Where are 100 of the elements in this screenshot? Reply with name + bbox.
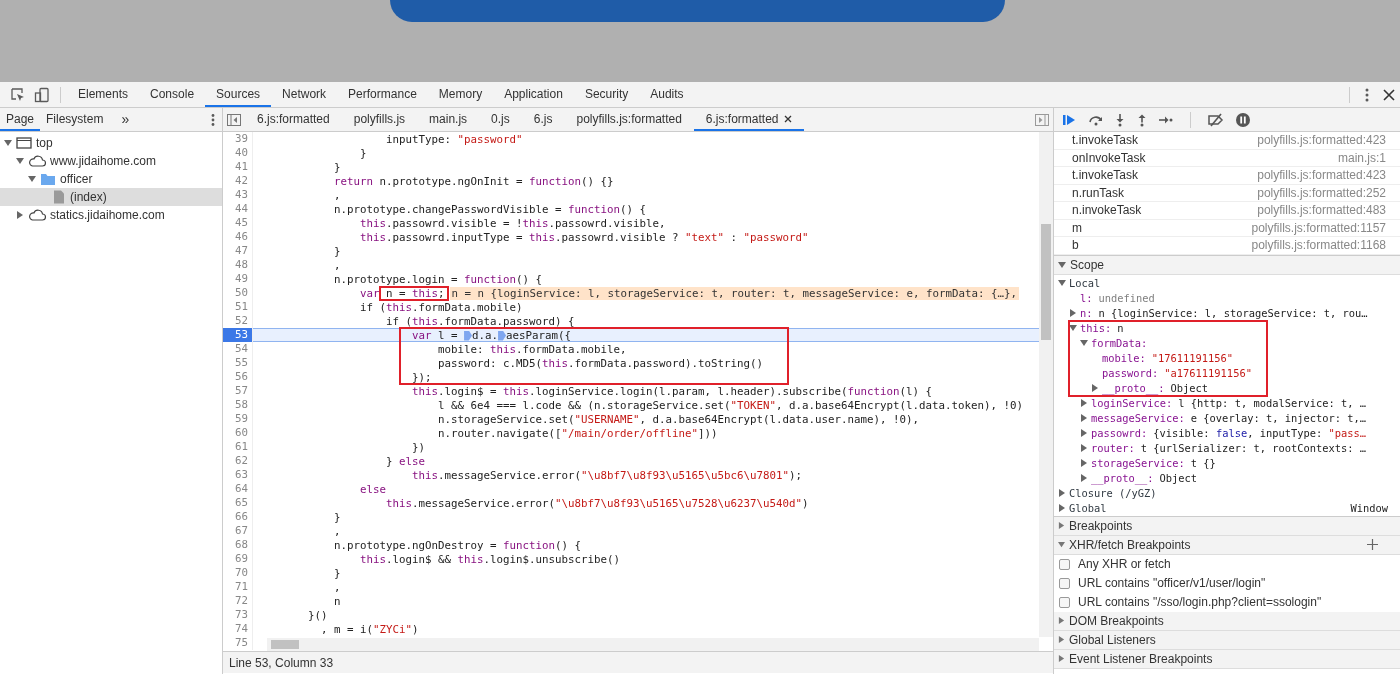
- scope-entry[interactable]: this: n: [1080, 322, 1388, 334]
- expand-arrow-icon[interactable]: [4, 139, 12, 147]
- add-icon[interactable]: [1367, 539, 1378, 550]
- line-number[interactable]: 67: [223, 524, 253, 538]
- expand-arrow-icon[interactable]: [1058, 260, 1066, 269]
- call-frame-name[interactable]: m: [1072, 220, 1252, 235]
- file-tree-item[interactable]: top: [0, 134, 222, 152]
- call-frame-location[interactable]: polyfills.js:formatted:483: [1257, 203, 1386, 218]
- line-number[interactable]: 46: [223, 230, 253, 244]
- panel-tab[interactable]: Security: [573, 82, 640, 107]
- line-number[interactable]: 39: [223, 132, 253, 146]
- panel-tab[interactable]: Console: [139, 82, 206, 107]
- line-number[interactable]: 42: [223, 174, 253, 188]
- line-number[interactable]: 58: [223, 398, 253, 412]
- call-frame-name[interactable]: onInvokeTask: [1072, 150, 1338, 165]
- call-frame-name[interactable]: n.runTask: [1072, 185, 1258, 200]
- line-number[interactable]: 51: [223, 300, 253, 314]
- expand-arrow-icon[interactable]: [1058, 489, 1066, 497]
- expand-arrow-icon[interactable]: [16, 157, 24, 165]
- expand-arrow-icon[interactable]: [1058, 617, 1065, 624]
- file-tab[interactable]: 6.js:formatted: [245, 108, 342, 131]
- scope-entry[interactable]: storageService: t {}: [1091, 457, 1388, 469]
- close-icon[interactable]: [1382, 87, 1396, 102]
- scope-entry[interactable]: __proto__: Object: [1091, 472, 1388, 484]
- panel-tab[interactable]: Application: [493, 82, 574, 107]
- line-number[interactable]: 71: [223, 580, 253, 594]
- line-number[interactable]: 41: [223, 160, 253, 174]
- expand-arrow-icon[interactable]: [1069, 324, 1077, 332]
- checkbox[interactable]: [1059, 577, 1070, 589]
- line-number[interactable]: 66: [223, 510, 253, 524]
- file-tab[interactable]: 6.js: [521, 108, 565, 131]
- line-number[interactable]: 65: [223, 496, 253, 510]
- expand-arrow-icon[interactable]: [1058, 541, 1065, 548]
- expand-arrow-icon[interactable]: [1069, 309, 1077, 317]
- scope-entry[interactable]: n: n {loginService: l, storageService: t, rou…: [1080, 307, 1388, 319]
- file-tab[interactable]: main.js: [417, 108, 480, 131]
- more-tabs-button[interactable]: »: [109, 108, 142, 131]
- sidebar-toggle-icon[interactable]: [227, 113, 241, 126]
- expand-arrow-icon[interactable]: [1058, 504, 1066, 512]
- call-frame-location[interactable]: polyfills.js:formatted:1168: [1251, 238, 1386, 253]
- line-number[interactable]: 48: [223, 258, 253, 272]
- line-number[interactable]: 53: [223, 328, 253, 342]
- line-number[interactable]: 73: [223, 608, 253, 622]
- panel-tab[interactable]: Elements: [67, 82, 140, 107]
- line-number[interactable]: 57: [223, 384, 253, 398]
- line-number[interactable]: 47: [223, 244, 253, 258]
- scope-entry[interactable]: messageService: e {overlay: t, injector: t,…: [1091, 412, 1388, 424]
- line-number[interactable]: 68: [223, 538, 253, 552]
- line-number[interactable]: 61: [223, 440, 253, 454]
- call-frame-location[interactable]: polyfills.js:formatted:252: [1257, 185, 1386, 200]
- panel-tab[interactable]: Network: [271, 82, 338, 107]
- line-number[interactable]: 60: [223, 426, 253, 440]
- device-icon[interactable]: [34, 86, 50, 103]
- panel-tab[interactable]: Memory: [427, 82, 494, 107]
- panel-tab[interactable]: Performance: [337, 82, 428, 107]
- line-number[interactable]: 72: [223, 594, 253, 608]
- call-frame-location[interactable]: polyfills.js:formatted:423: [1257, 133, 1386, 148]
- expand-arrow-icon[interactable]: [1080, 414, 1088, 422]
- step-into-icon[interactable]: [1114, 112, 1126, 127]
- scope-entry[interactable]: formData:: [1091, 337, 1388, 349]
- panel-tab[interactable]: Audits: [639, 82, 695, 107]
- checkbox[interactable]: [1059, 558, 1070, 570]
- line-number[interactable]: 44: [223, 202, 253, 216]
- expand-arrow-icon[interactable]: [1091, 384, 1099, 392]
- file-tree-item[interactable]: www.jidaihome.com: [0, 152, 222, 170]
- line-number[interactable]: 74: [223, 622, 253, 636]
- line-number[interactable]: 54: [223, 342, 253, 356]
- line-number[interactable]: 64: [223, 482, 253, 496]
- line-number[interactable]: 43: [223, 188, 253, 202]
- call-frame-location[interactable]: main.js:1: [1337, 150, 1386, 165]
- scope-entry[interactable]: Closure (/yGZ): [1069, 487, 1388, 499]
- expand-arrow-icon[interactable]: [1080, 474, 1088, 482]
- file-tree-item[interactable]: (index): [0, 188, 222, 206]
- scope-entry[interactable]: router: t {urlSerializer: t, rootContexts: …: [1091, 442, 1388, 454]
- expand-arrow-icon[interactable]: [1080, 444, 1088, 452]
- call-frame-location[interactable]: polyfills.js:formatted:1157: [1251, 220, 1386, 235]
- line-number[interactable]: 75: [223, 636, 253, 650]
- call-frame-name[interactable]: t.invokeTask: [1072, 133, 1258, 148]
- scope-entry[interactable]: Global: [1069, 502, 1348, 514]
- scope-entry[interactable]: loginService: l {http: t, modalService: t, …: [1091, 397, 1388, 409]
- deactivate-breakpoints-icon[interactable]: [1207, 112, 1225, 127]
- navigator-tab[interactable]: Filesystem: [40, 108, 110, 131]
- line-number[interactable]: 45: [223, 216, 253, 230]
- scope-entry[interactable]: mobile: "17611191156": [1102, 352, 1388, 364]
- scope-entry[interactable]: __proto__: Object: [1102, 382, 1388, 394]
- file-tab[interactable]: polyfills.js:formatted: [564, 108, 694, 131]
- expand-arrow-icon[interactable]: [1080, 429, 1088, 437]
- expand-arrow-icon[interactable]: [1058, 636, 1065, 643]
- scope-entry[interactable]: passowrd: {visible: false, inputType: "pass…: [1091, 427, 1388, 439]
- file-tree-item[interactable]: statics.jidaihome.com: [0, 206, 222, 224]
- scope-entry[interactable]: Local: [1069, 277, 1388, 289]
- line-number[interactable]: 55: [223, 356, 253, 370]
- inspect-icon[interactable]: [10, 86, 26, 103]
- file-tab[interactable]: 0.js: [479, 108, 522, 131]
- navigator-tab[interactable]: Page: [0, 108, 41, 131]
- call-frame-name[interactable]: t.invokeTask: [1072, 168, 1258, 183]
- pause-icon[interactable]: [1235, 111, 1251, 128]
- line-number[interactable]: 49: [223, 272, 253, 286]
- call-frame-name[interactable]: n.invokeTask: [1072, 203, 1258, 218]
- line-number[interactable]: 62: [223, 454, 253, 468]
